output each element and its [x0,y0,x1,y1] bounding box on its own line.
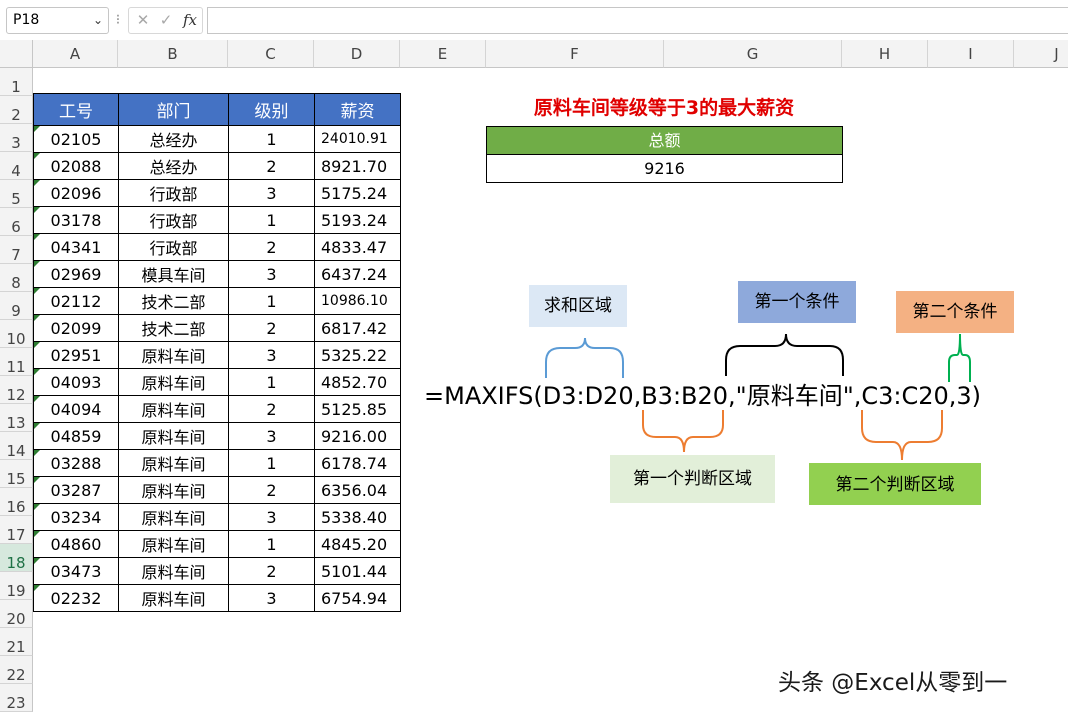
criteria-range2-label: 第二个判断区域 [809,463,981,505]
watermark: 头条 @Excel从零到一 [778,670,1008,696]
brace-annotations [545,333,971,461]
criteria-range1-brace [642,410,724,453]
criteria-range1-label: 第一个判断区域 [610,455,775,503]
condition2-brace [948,333,971,382]
sum-range-brace [545,337,624,378]
criteria-range2-brace [861,410,943,461]
formula-annotation: =MAXIFS(D3:D20,B3:B20,"原料车间",C3:C20,3) [424,382,982,410]
condition1-brace [725,333,844,376]
